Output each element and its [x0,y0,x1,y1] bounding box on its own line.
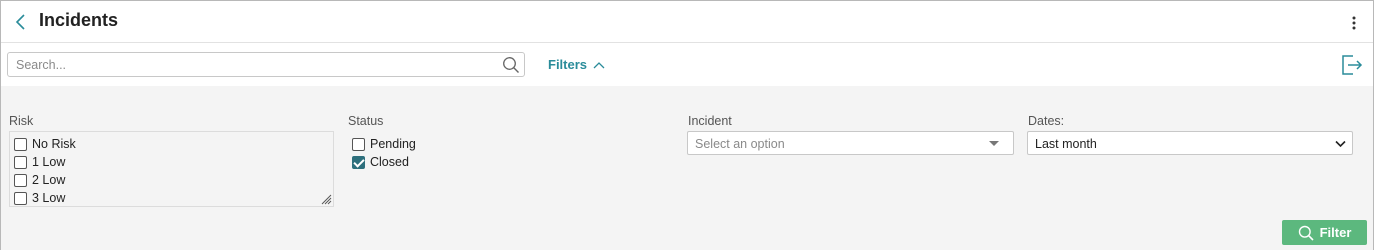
resize-grip-icon[interactable] [320,193,332,205]
risk-option-3-low[interactable]: 3 Low [14,191,65,205]
risk-checkbox-1-low[interactable] [14,155,27,169]
status-label: Status [348,114,384,128]
dates-select[interactable]: Last month [1027,131,1353,155]
back-button[interactable] [13,12,29,32]
more-options-button[interactable] [1346,13,1362,33]
search-icon[interactable] [502,56,520,74]
more-vertical-icon [1352,16,1356,30]
search-icon [1298,225,1314,241]
status-option-label: Closed [370,155,409,169]
filter-panel: Risk No Risk 1 Low 2 Low 3 Low Status Pe… [1,86,1373,250]
toolbar: Filters [1,44,1373,86]
risk-option-label: 1 Low [32,155,66,169]
search-input[interactable] [8,53,496,76]
dates-select-value: Last month [1035,137,1097,151]
risk-option-2-low[interactable]: 2 Low [14,173,65,187]
filters-toggle[interactable]: Filters [548,57,605,72]
logout-icon [1342,55,1363,75]
filter-button[interactable]: Filter [1282,220,1367,245]
search-box [7,52,525,77]
risk-option-label: No Risk [32,137,76,151]
chevron-down-icon [1335,140,1346,148]
risk-option-1-low[interactable]: 1 Low [14,155,65,169]
incident-label: Incident [688,114,732,128]
status-option-label: Pending [370,137,416,151]
risk-option-label: 3 Low [32,191,66,205]
caret-down-icon [989,141,999,146]
risk-label: Risk [9,114,34,128]
risk-checkbox-2-low[interactable] [14,173,27,187]
status-option-closed[interactable]: Closed [352,155,409,169]
risk-checkbox-no-risk[interactable] [14,137,27,151]
filter-button-label: Filter [1319,225,1352,240]
risk-option-label: 2 Low [32,173,66,187]
risk-checkbox-3-low[interactable] [14,191,27,205]
incident-select-placeholder: Select an option [695,137,785,151]
page-header: Incidents [1,1,1373,43]
filters-toggle-label: Filters [548,57,588,72]
status-option-pending[interactable]: Pending [352,137,416,151]
page-title: Incidents [39,10,119,30]
chevron-up-icon [593,61,605,68]
incidents-window: Incidents Filters [0,0,1374,250]
export-button[interactable] [1339,53,1363,77]
risk-option-no-risk[interactable]: No Risk [14,137,76,151]
dates-label: Dates: [1028,114,1065,128]
status-checkbox-closed[interactable] [352,155,365,169]
status-checkbox-pending[interactable] [352,137,365,151]
chevron-left-icon [15,14,25,30]
risk-listbox[interactable]: No Risk 1 Low 2 Low 3 Low [9,131,334,207]
incident-select[interactable]: Select an option [687,131,1014,155]
